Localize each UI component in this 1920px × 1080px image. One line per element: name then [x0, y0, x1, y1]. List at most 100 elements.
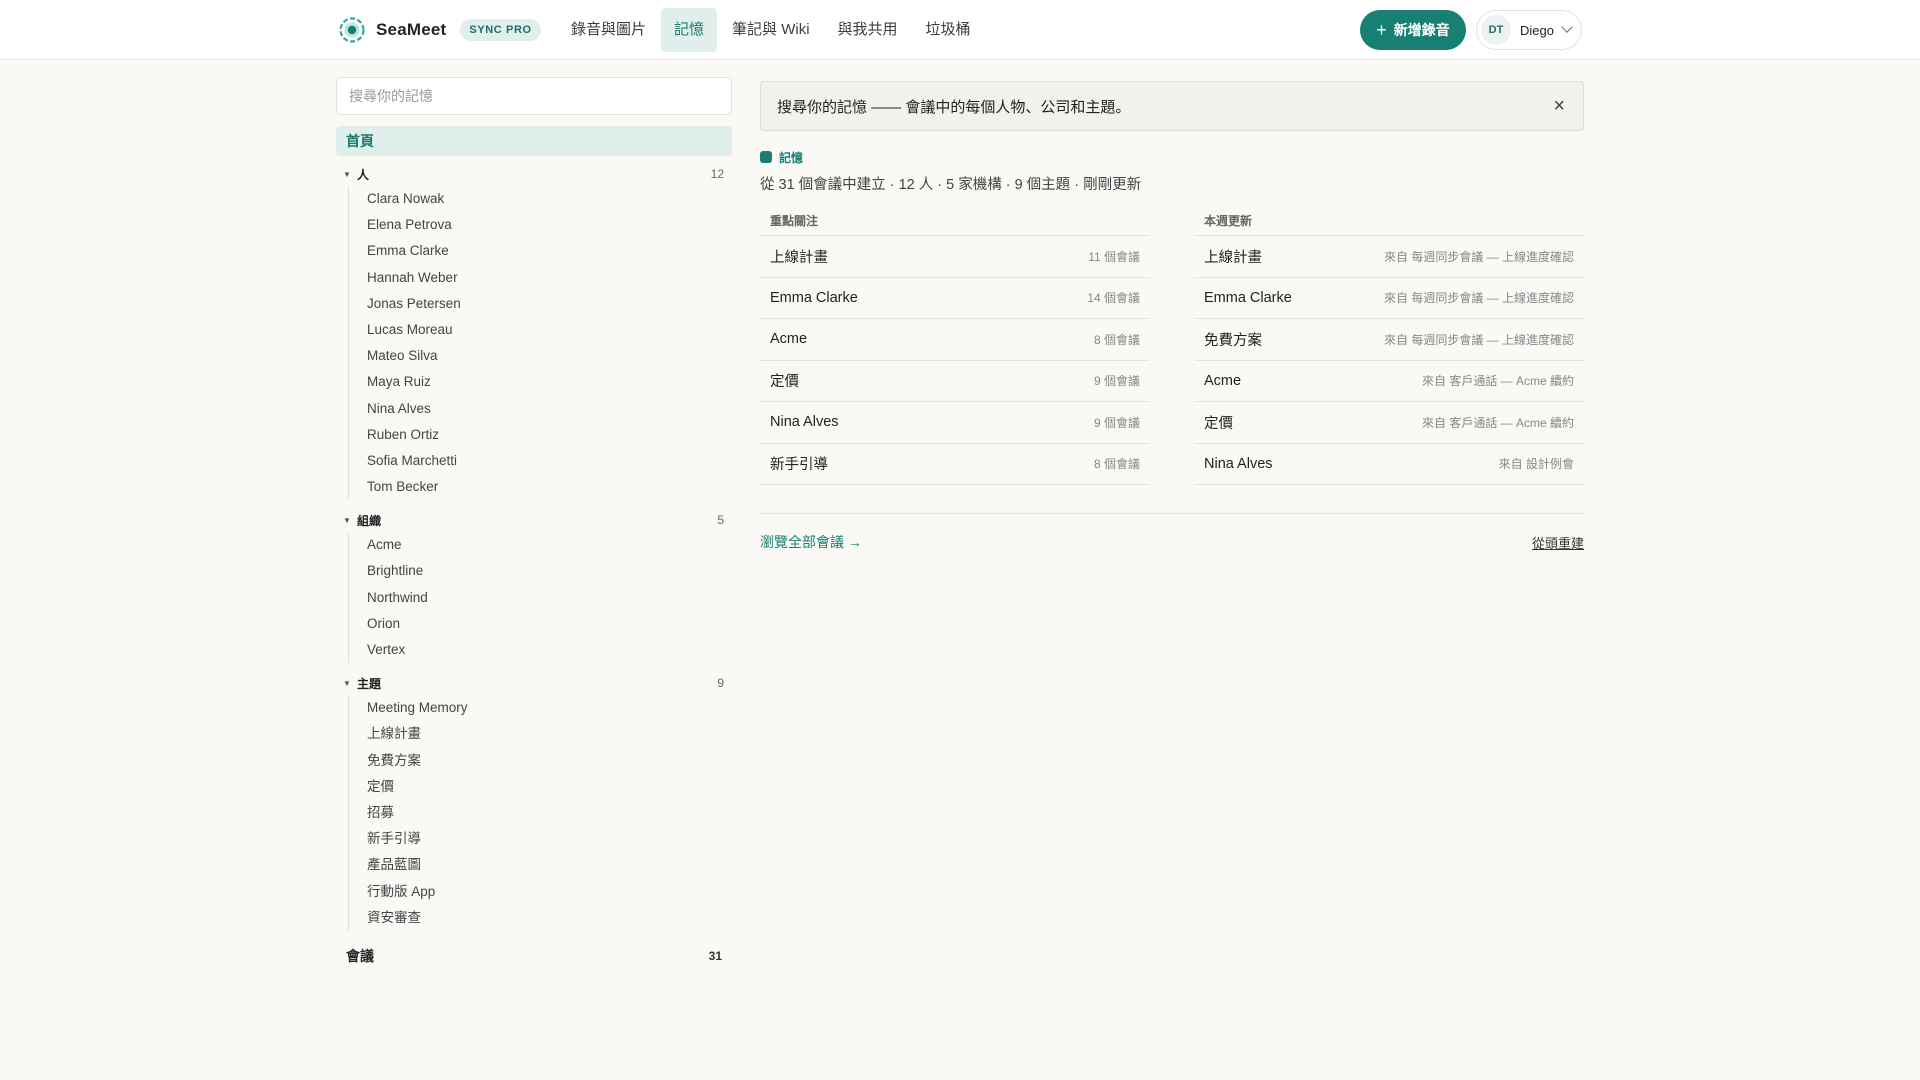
featured-column: 重點關注 上線計畫 11 個會議 Emma Clarke 14 個會議 Acme… [760, 210, 1150, 485]
update-row[interactable]: Acme 來自 客戶通話 — Acme 續約 [1194, 361, 1584, 402]
row-meta: 來自 每週同步會議 — 上線進度確認 [1383, 249, 1574, 264]
user-menu[interactable]: DT Diego [1476, 10, 1582, 50]
group-list-topics: Meeting Memory 上線計畫 免費方案 定價 招募 新手引導 產品藍圖… [348, 695, 732, 931]
sidebar-item-topic[interactable]: 資安審查 [367, 905, 732, 931]
featured-row[interactable]: 新手引導 8 個會議 [760, 444, 1150, 485]
brand[interactable]: SeaMeet SYNC PRO [338, 16, 541, 44]
sidebar-item-person[interactable]: Elena Petrova [367, 212, 732, 238]
sidebar-item-person[interactable]: Hannah Weber [367, 265, 732, 291]
sidebar-item-organization[interactable]: Northwind [367, 585, 732, 611]
group-count: 9 [717, 676, 724, 691]
sidebar-item-person[interactable]: Ruben Ortiz [367, 422, 732, 448]
new-recording-button[interactable]: + 新增錄音 [1360, 10, 1466, 50]
row-title: Emma Clarke [1204, 289, 1292, 306]
sidebar-item-person[interactable]: Clara Nowak [367, 186, 732, 212]
row-title: 上線計畫 [1204, 249, 1262, 266]
memory-search-input[interactable] [336, 77, 732, 115]
tab-memory[interactable]: 記憶 [661, 8, 718, 52]
featured-heading: 重點關注 [760, 210, 1150, 236]
main-nav: 錄音與圖片 記憶 筆記與 Wiki 與我共用 垃圾桶 [558, 8, 986, 52]
update-row[interactable]: 上線計畫 來自 每週同步會議 — 上線進度確認 [1194, 236, 1584, 278]
caret-down-icon: ▼ [343, 678, 351, 688]
plan-badge: SYNC PRO [460, 19, 541, 41]
group-count: 12 [710, 167, 724, 181]
sidebar-item-topic[interactable]: 免費方案 [367, 748, 732, 774]
avatar: DT [1481, 15, 1511, 45]
update-row[interactable]: 定價 來自 客戶通話 — Acme 續約 [1194, 402, 1584, 444]
sidebar-item-home[interactable]: 首頁 [336, 126, 732, 156]
sidebar-item-person[interactable]: Lucas Moreau [367, 317, 732, 343]
chevron-down-icon [1561, 21, 1573, 33]
seameet-logo-icon [339, 17, 365, 43]
sidebar-item-person[interactable]: Jonas Petersen [367, 291, 732, 317]
sidebar-item-person[interactable]: Mateo Silva [367, 343, 732, 369]
update-row[interactable]: Emma Clarke 來自 每週同步會議 — 上線進度確認 [1194, 278, 1584, 319]
top-bar: SeaMeet SYNC PRO 錄音與圖片 記憶 筆記與 Wiki 與我共用 … [0, 0, 1920, 60]
sidebar-item-topic[interactable]: 招募 [367, 800, 732, 826]
memory-footer: 瀏覽全部會議 → 從頭重建 [760, 532, 1584, 552]
row-meta: 來自 客戶通話 — Acme 續約 [1421, 374, 1574, 389]
caret-down-icon: ▼ [343, 169, 351, 179]
user-name: Diego [1520, 22, 1554, 38]
sidebar-group-topics: ▼ 主題 9 Meeting Memory 上線計畫 免費方案 定價 招募 新手… [336, 671, 732, 931]
group-label: 主題 [357, 676, 382, 691]
update-row[interactable]: 免費方案 來自 每週同步會議 — 上線進度確認 [1194, 319, 1584, 361]
caret-down-icon: ▼ [343, 515, 351, 525]
sidebar-item-person[interactable]: Emma Clarke [367, 238, 732, 264]
sidebar-item-topic[interactable]: 定價 [367, 774, 732, 800]
meetings-label: 會議 [346, 947, 374, 964]
group-list-people: Clara Nowak Elena Petrova Emma Clarke Ha… [348, 186, 732, 501]
sidebar-item-organization[interactable]: Acme [367, 532, 732, 558]
sidebar-item-organization[interactable]: Brightline [367, 558, 732, 584]
tab-shared-with-me[interactable]: 與我共用 [825, 8, 911, 52]
tab-recordings[interactable]: 錄音與圖片 [558, 8, 659, 52]
group-count: 5 [717, 513, 724, 528]
row-title: 新手引導 [770, 457, 828, 474]
memory-label-text: 記憶 [779, 150, 804, 165]
row-meta: 14 個會議 [1087, 291, 1140, 306]
row-title: 定價 [1204, 415, 1233, 432]
divider [760, 513, 1584, 514]
tab-notes-wiki[interactable]: 筆記與 Wiki [719, 8, 823, 52]
row-meta: 8 個會議 [1093, 332, 1140, 347]
sidebar-item-topic[interactable]: 行動版 App [367, 879, 732, 905]
sidebar-item-topic[interactable]: 上線計畫 [367, 721, 732, 747]
memory-section-label: 記憶 [760, 149, 1584, 165]
row-title: Nina Alves [1204, 455, 1273, 472]
row-meta: 9 個會議 [1093, 415, 1140, 430]
row-title: Acme [1204, 372, 1242, 389]
group-header-topics[interactable]: ▼ 主題 9 [336, 671, 732, 695]
close-icon[interactable]: × [1553, 94, 1565, 118]
sidebar-item-person[interactable]: Tom Becker [367, 474, 732, 500]
group-header-organizations[interactable]: ▼ 組織 5 [336, 508, 732, 532]
sidebar-item-topic[interactable]: Meeting Memory [367, 695, 732, 721]
group-header-people[interactable]: ▼ 人 12 [336, 162, 732, 186]
memory-home: 搜尋你的記憶 —— 會議中的每個人物、公司和主題。 × 記憶 從 31 個會議中… [760, 81, 1584, 552]
sidebar-item-topic[interactable]: 新手引導 [367, 826, 732, 852]
row-meta: 來自 每週同步會議 — 上線進度確認 [1383, 332, 1574, 347]
sidebar-item-topic[interactable]: 產品藍圖 [367, 852, 732, 878]
row-title: 定價 [770, 374, 799, 391]
group-label: 組織 [357, 513, 382, 528]
sidebar-item-meetings[interactable]: 會議 31 [336, 941, 732, 971]
sidebar-item-organization[interactable]: Orion [367, 611, 732, 637]
sidebar-item-person[interactable]: Nina Alves [367, 396, 732, 422]
rebuild-from-scratch-link[interactable]: 從頭重建 [1532, 533, 1584, 552]
featured-row[interactable]: Nina Alves 9 個會議 [760, 402, 1150, 444]
update-row[interactable]: Nina Alves 來自 設計例會 [1194, 444, 1584, 485]
featured-row[interactable]: Emma Clarke 14 個會議 [760, 278, 1150, 319]
tab-trash[interactable]: 垃圾桶 [913, 8, 984, 52]
browse-all-meetings-link[interactable]: 瀏覽全部會議 → [760, 532, 862, 552]
row-meta: 來自 設計例會 [1498, 457, 1574, 472]
sidebar-item-organization[interactable]: Vertex [367, 637, 732, 663]
featured-row[interactable]: 上線計畫 11 個會議 [760, 236, 1150, 278]
sidebar-item-person[interactable]: Sofia Marchetti [367, 448, 732, 474]
meetings-count: 31 [708, 948, 722, 963]
featured-row[interactable]: Acme 8 個會議 [760, 319, 1150, 361]
brand-name: SeaMeet [376, 20, 447, 39]
updates-heading: 本週更新 [1194, 210, 1584, 236]
row-meta: 來自 客戶通話 — Acme 續約 [1421, 415, 1574, 430]
sidebar-item-person[interactable]: Maya Ruiz [367, 369, 732, 395]
info-banner: 搜尋你的記憶 —— 會議中的每個人物、公司和主題。 × [760, 81, 1584, 131]
featured-row[interactable]: 定價 9 個會議 [760, 361, 1150, 402]
